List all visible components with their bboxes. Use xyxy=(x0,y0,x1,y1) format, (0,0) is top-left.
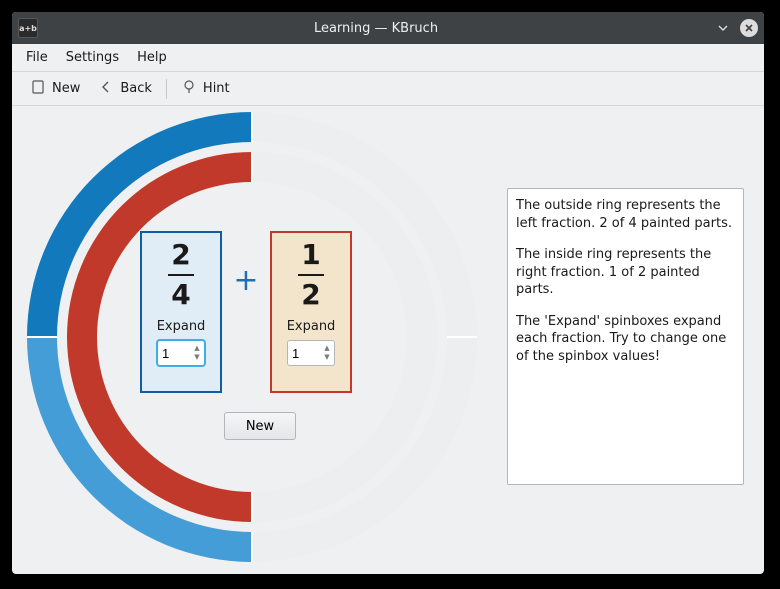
minimize-icon[interactable] xyxy=(714,19,732,37)
info-panel: The outside ring represents the left fra… xyxy=(507,188,744,485)
right-spin-arrows[interactable]: ▲ ▼ xyxy=(320,341,334,365)
hint-icon xyxy=(181,79,197,99)
right-expand-label: Expand xyxy=(287,319,336,334)
operator-plus: + xyxy=(222,263,270,298)
content-area: 2 4 Expand ▲ ▼ + 1 2 Expand xyxy=(12,106,764,574)
info-paragraph-2: The inside ring represents the right fra… xyxy=(516,246,735,299)
info-paragraph-3: The 'Expand' spinboxes expand each fract… xyxy=(516,313,735,366)
document-new-icon xyxy=(30,79,46,99)
menubar: File Settings Help xyxy=(12,44,764,72)
app-icon: a+b xyxy=(18,18,38,38)
window-title: Learning — KBruch xyxy=(46,21,706,36)
right-numerator: 1 xyxy=(301,241,320,269)
left-expand-label: Expand xyxy=(157,319,206,334)
chevron-down-icon[interactable]: ▼ xyxy=(194,354,199,361)
fraction-cards: 2 4 Expand ▲ ▼ + 1 2 Expand xyxy=(140,231,380,393)
info-paragraph-1: The outside ring represents the left fra… xyxy=(516,197,735,232)
new-button[interactable]: New xyxy=(224,412,296,440)
titlebar: a+b Learning — KBruch xyxy=(12,12,764,44)
menu-help[interactable]: Help xyxy=(137,50,167,65)
toolbar-hint[interactable]: Hint xyxy=(177,77,234,101)
toolbar-back-label: Back xyxy=(120,81,152,96)
left-denominator: 4 xyxy=(171,281,190,309)
titlebar-actions xyxy=(714,19,758,37)
left-expand-input[interactable] xyxy=(158,341,190,365)
right-fraction-card: 1 2 Expand ▲ ▼ xyxy=(270,231,352,393)
right-denominator: 2 xyxy=(301,281,320,309)
toolbar-hint-label: Hint xyxy=(203,81,230,96)
right-fraction-bar xyxy=(298,274,324,276)
toolbar-separator xyxy=(166,79,167,99)
left-numerator: 2 xyxy=(171,241,190,269)
toolbar-new[interactable]: New xyxy=(26,77,84,101)
left-spin-arrows[interactable]: ▲ ▼ xyxy=(190,341,204,365)
chevron-down-icon[interactable]: ▼ xyxy=(324,354,329,361)
toolbar-back[interactable]: Back xyxy=(94,77,156,101)
menu-settings[interactable]: Settings xyxy=(66,50,119,65)
left-fraction-bar xyxy=(168,274,194,276)
menu-file[interactable]: File xyxy=(26,50,48,65)
left-expand-spinbox[interactable]: ▲ ▼ xyxy=(157,340,205,366)
right-expand-spinbox[interactable]: ▲ ▼ xyxy=(287,340,335,366)
right-expand-input[interactable] xyxy=(288,341,320,365)
chevron-up-icon[interactable]: ▲ xyxy=(194,345,199,352)
back-icon xyxy=(98,79,114,99)
close-icon[interactable] xyxy=(740,19,758,37)
app-window: a+b Learning — KBruch File Settings Help… xyxy=(12,12,764,574)
chevron-up-icon[interactable]: ▲ xyxy=(324,345,329,352)
toolbar: New Back Hint xyxy=(12,72,764,106)
toolbar-new-label: New xyxy=(52,81,80,96)
left-fraction-card: 2 4 Expand ▲ ▼ xyxy=(140,231,222,393)
